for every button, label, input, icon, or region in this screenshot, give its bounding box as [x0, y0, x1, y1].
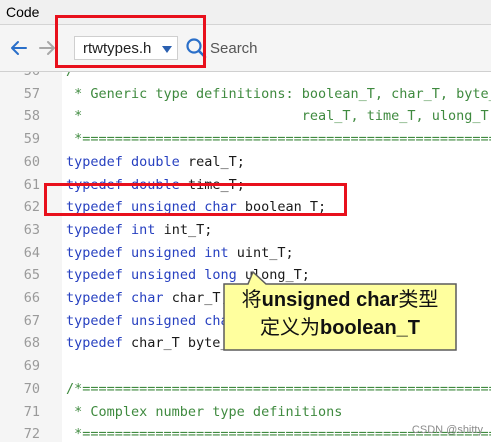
code-line: 56 /* [0, 72, 491, 83]
annotation-callout: 将unsigned char类型 定义为boolean_T [220, 270, 462, 354]
callout-line-2: 定义为boolean_T [259, 317, 420, 339]
code-line: 59 *====================================… [0, 128, 491, 151]
chevron-down-icon [162, 46, 172, 53]
code-line: 63 typedef int int_T; [0, 219, 491, 242]
code-line: 69 [0, 355, 491, 378]
code-line: 64 typedef unsigned int uint_T; [0, 242, 491, 265]
arrow-left-icon [11, 41, 27, 55]
search-input[interactable] [208, 37, 482, 59]
code-text: /* [66, 72, 82, 83]
code-text: * real_T, time_T, ulong_T, [66, 108, 491, 125]
watermark: CSDN @shitty [411, 424, 483, 436]
file-selector-label: rtwtypes.h [83, 39, 152, 57]
code-line: 70 /*====================================… [0, 378, 491, 401]
code-line: 60 typedef double real_T; [0, 151, 491, 174]
code-line: 62 typedef unsigned char boolean_T; [0, 196, 491, 219]
code-text: *=======================================… [66, 131, 491, 148]
code-text: typedef char_T byte_T; [66, 335, 245, 352]
code-line: 71 * Complex number type definitions [0, 401, 491, 424]
code-line: 58 * real_T, time_T, ulong_T, [0, 105, 491, 128]
forward-button[interactable] [36, 37, 58, 59]
code-text: typedef int int_T; [66, 221, 213, 238]
line-number: 64 [23, 244, 40, 261]
code-text: typedef unsigned char boolean_T; [66, 199, 327, 216]
file-selector[interactable]: rtwtypes.h [74, 36, 178, 60]
line-number: 67 [23, 312, 40, 329]
window-title: Code [6, 4, 40, 20]
code-editor[interactable]: 56/*57 * Generic type definitions: boole… [0, 72, 491, 442]
line-number: 65 [23, 267, 40, 284]
line-number: 61 [23, 176, 40, 193]
line-number: 69 [23, 358, 40, 375]
toolbar: rtwtypes.h [0, 25, 491, 72]
line-number: 71 [23, 403, 40, 420]
line-number: 58 [23, 108, 40, 125]
line-number: 59 [23, 131, 40, 148]
code-text: * Generic type definitions: boolean_T, c… [66, 85, 491, 102]
code-text: typedef unsigned int uint_T; [66, 244, 294, 261]
back-button[interactable] [8, 37, 30, 59]
code-text: /*======================================… [66, 380, 491, 397]
line-number: 62 [23, 199, 40, 216]
callout-line-1: 将unsigned char类型 [241, 289, 439, 311]
code-line: 61 typedef double time_T; [0, 174, 491, 197]
line-number: 70 [23, 380, 40, 397]
line-number: 68 [23, 335, 40, 352]
code-text: typedef char char_T; [66, 290, 229, 306]
line-number: 63 [23, 221, 40, 238]
line-number: 66 [23, 290, 40, 306]
line-number: 57 [23, 85, 40, 102]
title-bar: Code [0, 0, 491, 25]
callout-text: 将unsigned char类型 定义为boolean_T [220, 286, 460, 342]
code-text: typedef double time_T; [66, 176, 245, 193]
arrow-right-icon [39, 41, 55, 55]
line-number: 56 [0, 72, 40, 83]
code-line: 57 * Generic type definitions: boolean_T… [0, 83, 491, 106]
line-number: 60 [23, 153, 40, 170]
search-icon[interactable] [185, 37, 207, 59]
code-text: typedef double real_T; [66, 153, 245, 170]
line-number: 72 [23, 426, 40, 442]
code-text: * Complex number type definitions [66, 403, 343, 420]
